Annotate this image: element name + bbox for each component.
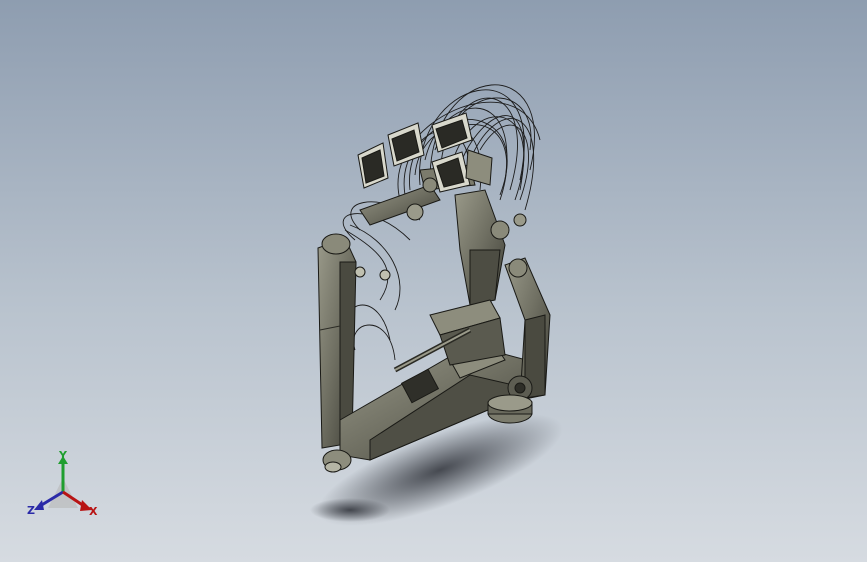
y-axis-label: Y (59, 449, 67, 462)
graphics-viewport[interactable]: Y Z X (0, 0, 867, 562)
cad-model-canvas[interactable] (0, 0, 867, 562)
view-orientation-triad: Y Z X (24, 448, 104, 524)
x-axis-label: X (89, 505, 98, 518)
z-axis-label: Z (27, 504, 35, 517)
